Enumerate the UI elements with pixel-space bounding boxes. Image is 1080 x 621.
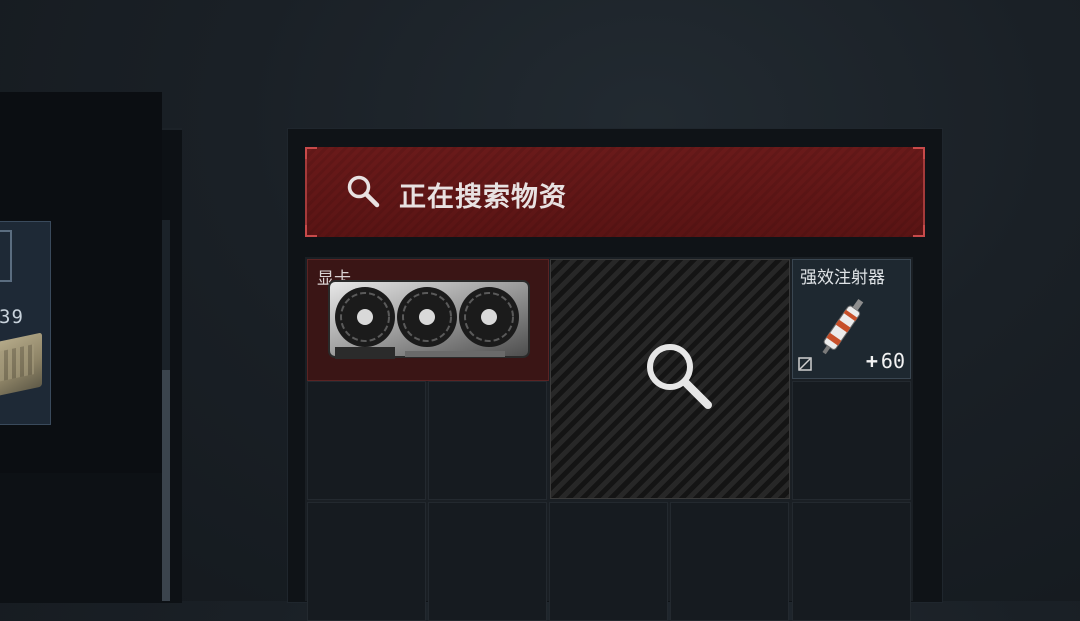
searching-slot <box>550 259 790 499</box>
corner-mark <box>913 147 925 159</box>
grid-cell-empty[interactable] <box>428 381 547 500</box>
grid-cell-empty[interactable] <box>792 381 911 500</box>
magnifier-icon <box>647 344 712 409</box>
search-status-text: 正在搜索物资 <box>399 182 567 213</box>
grid-cell-empty[interactable] <box>307 381 426 500</box>
left-inventory-item[interactable]: 39 <box>0 221 51 425</box>
search-status-bar: 正在搜索物资 <box>305 147 925 237</box>
corner-mark <box>305 225 317 237</box>
count-prefix: + <box>865 349 878 373</box>
search-icon <box>347 175 380 208</box>
bound-icon <box>798 357 812 371</box>
count-value: 60 <box>880 349 905 373</box>
left-item-count: 39 <box>0 306 24 328</box>
left-scrollbar-thumb[interactable] <box>162 370 170 601</box>
supply-box-icon <box>0 332 42 398</box>
graphics-card-icon <box>328 280 530 359</box>
item-syringe[interactable]: 强效注射器 +60 <box>792 259 911 379</box>
item-frame-icon <box>0 230 12 282</box>
corner-mark <box>913 225 925 237</box>
grid-cell-empty[interactable] <box>549 502 668 621</box>
grid-cell-empty[interactable] <box>792 502 911 621</box>
search-bar-edge-left <box>305 147 307 237</box>
item-count: +60 <box>866 349 905 373</box>
grid-cell-empty[interactable] <box>307 502 426 621</box>
search-bar-edge-right <box>923 147 925 237</box>
item-graphics-card[interactable]: 显卡 <box>307 259 549 381</box>
corner-mark <box>305 147 317 159</box>
grid-cell-empty[interactable] <box>428 502 547 621</box>
grid-cell-empty[interactable] <box>670 502 789 621</box>
